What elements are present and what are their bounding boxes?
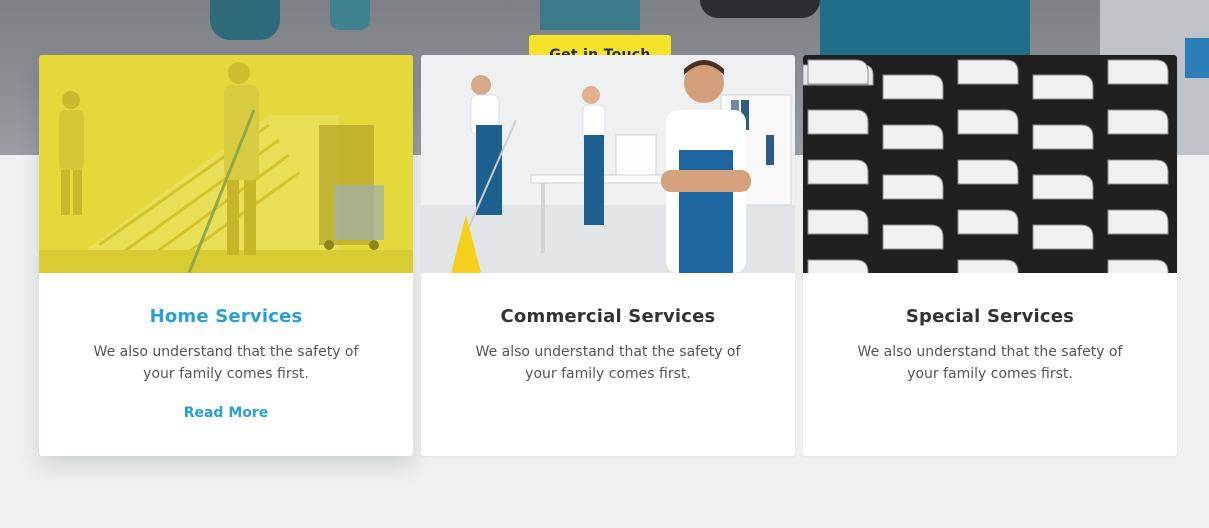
card-description: We also understand that the safety of yo… — [475, 344, 741, 382]
commercial-services-image — [421, 55, 795, 273]
card-title: Home Services — [149, 306, 303, 327]
home-services-image — [39, 55, 413, 273]
card-description: We also understand that the safety of yo… — [93, 344, 359, 382]
read-more-link[interactable]: Read More — [39, 405, 413, 421]
card-description: We also understand that the safety of yo… — [857, 344, 1123, 382]
card-title: Commercial Services — [500, 306, 716, 327]
service-card-home[interactable]: Home Services We also understand that th… — [39, 55, 413, 456]
card-title: Special Services — [905, 306, 1075, 327]
service-card-commercial[interactable]: Commercial Services We also understand t… — [421, 55, 795, 456]
service-card-special[interactable]: Special Services We also understand that… — [803, 55, 1177, 456]
special-services-image — [803, 55, 1177, 273]
